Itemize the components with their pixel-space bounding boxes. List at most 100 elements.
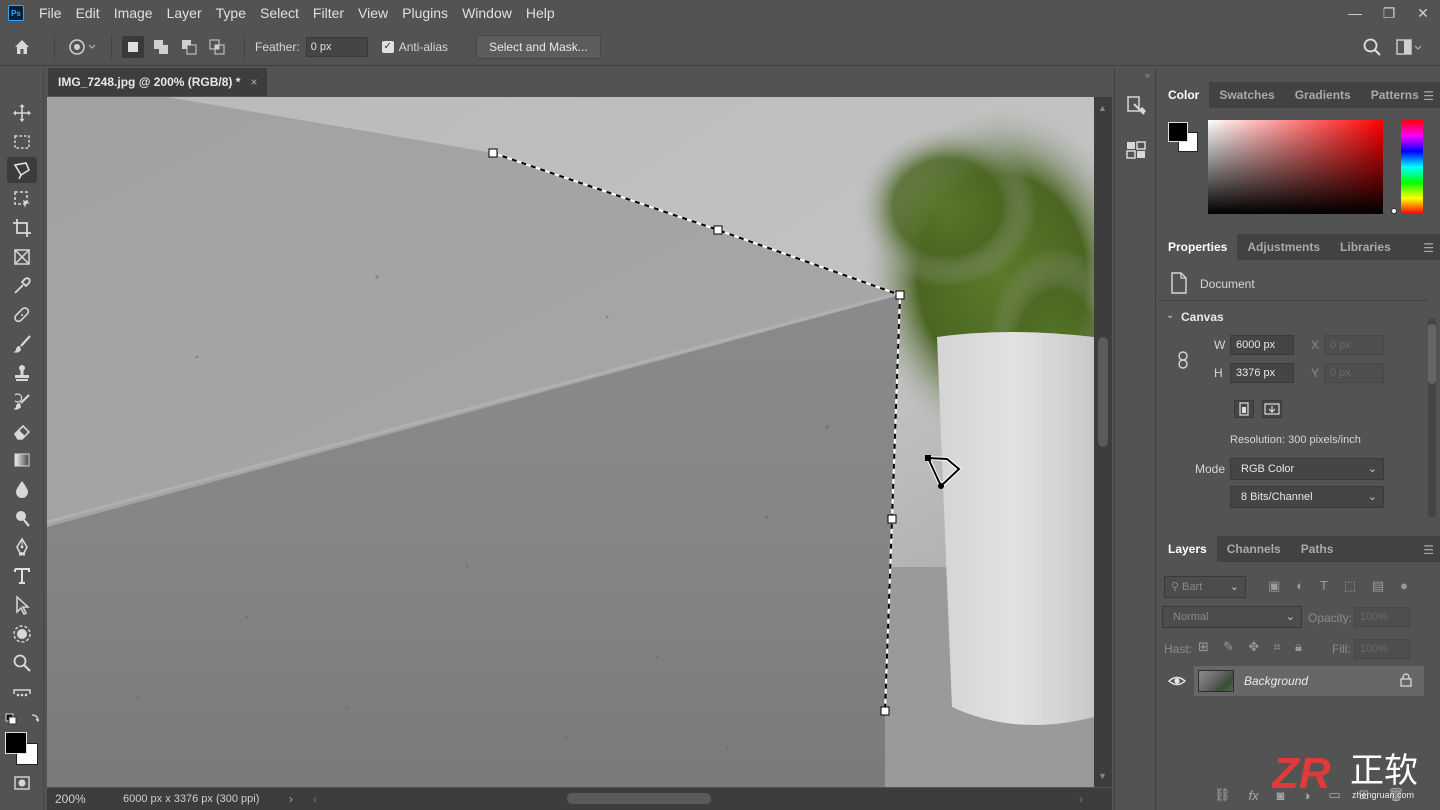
properties-scroll-thumb[interactable] [1428,324,1436,384]
menu-filter[interactable]: Filter [306,0,351,26]
tab-patterns[interactable]: Patterns [1361,82,1429,108]
quick-mask-icon[interactable] [7,770,37,796]
workspace-icon[interactable] [1394,35,1424,59]
lock-pixels-icon[interactable]: ✎ [1223,639,1234,657]
intersect-selection-icon[interactable] [206,36,228,58]
subtract-from-selection-icon[interactable] [178,36,200,58]
type-tool-icon[interactable] [7,563,37,589]
menu-edit[interactable]: Edit [69,0,107,26]
menu-layer[interactable]: Layer [160,0,209,26]
minimize-button[interactable]: — [1338,0,1372,26]
filter-toggle-icon[interactable]: ● [1400,578,1408,596]
panel-menu-icon[interactable]: ☰ [1423,543,1434,557]
vertical-scrollbar[interactable]: ▲ ▼ [1094,97,1112,787]
eyedropper-tool-icon[interactable] [7,273,37,299]
link-dimensions-icon[interactable] [1176,350,1190,370]
edit-toolbar-icon[interactable] [7,678,37,704]
horizontal-scroll-thumb[interactable] [567,793,711,804]
layer-visibility-eye-icon[interactable] [1167,672,1187,690]
clone-stamp-tool-icon[interactable] [7,360,37,386]
layer-row-background[interactable]: Background [1194,666,1424,696]
tab-channels[interactable]: Channels [1217,536,1291,562]
scroll-right-icon[interactable]: › [1079,792,1083,806]
pen-tool-icon[interactable] [7,534,37,560]
scroll-left-icon[interactable]: ‹ [313,792,317,806]
document-canvas[interactable] [47,97,1094,787]
tab-swatches[interactable]: Swatches [1209,82,1284,108]
menu-image[interactable]: Image [107,0,160,26]
panel-menu-icon[interactable]: ☰ [1423,89,1434,103]
blur-tool-icon[interactable] [7,476,37,502]
hue-slider[interactable] [1401,120,1423,214]
gradient-tool-icon[interactable] [7,447,37,473]
menu-type[interactable]: Type [209,0,253,26]
scroll-up-icon[interactable]: ▲ [1098,103,1107,113]
tab-layers[interactable]: Layers [1158,536,1217,562]
zoom-tool-icon[interactable] [7,650,37,676]
menu-file[interactable]: File [32,0,69,26]
menu-window[interactable]: Window [455,0,519,26]
filter-pixel-icon[interactable]: ▣ [1268,578,1280,596]
shape-tool-icon[interactable] [7,621,37,647]
vertical-scroll-thumb[interactable] [1098,337,1108,447]
collapse-icon[interactable]: » [1145,70,1150,80]
new-selection-icon[interactable] [122,35,144,58]
menu-view[interactable]: View [351,0,395,26]
color-swatches[interactable] [1168,122,1198,152]
close-window-button[interactable]: ✕ [1406,0,1440,26]
move-tool-icon[interactable] [7,100,37,126]
filter-type-icon[interactable]: T [1320,578,1328,596]
layer-filter-dropdown[interactable]: ⚲ Bart ⌄ [1164,576,1246,598]
tab-libraries[interactable]: Libraries [1330,234,1401,260]
default-colors-icon[interactable] [5,712,41,728]
landscape-orientation-icon[interactable] [1262,400,1282,418]
layer-lock-icon[interactable] [1400,673,1412,690]
tab-paths[interactable]: Paths [1291,536,1344,562]
anti-alias-checkbox[interactable]: ✓ [381,40,394,53]
layer-style-icon[interactable]: fx [1249,788,1259,803]
color-mode-dropdown[interactable]: RGB Color ⌄ [1230,458,1384,480]
lock-position-icon[interactable]: ✥ [1248,639,1259,657]
close-document-icon[interactable]: × [250,75,257,89]
lock-all-icon[interactable]: 🔒︎ [1295,639,1302,657]
canvas-width-field[interactable]: 6000 px [1230,335,1294,355]
add-to-selection-icon[interactable] [150,36,172,58]
menu-select[interactable]: Select [253,0,306,26]
link-layers-icon[interactable]: ⛓︎ [1214,787,1231,803]
lock-artboard-icon[interactable]: ⌗ [1273,639,1280,657]
tab-properties[interactable]: Properties [1158,234,1238,260]
blend-mode-dropdown[interactable]: Normal ⌄ [1162,606,1302,628]
filter-adjustment-icon[interactable]: ◐ [1296,578,1304,596]
panel-menu-icon[interactable]: ☰ [1423,241,1434,255]
filter-smart-object-icon[interactable]: ▤ [1372,578,1384,596]
dodge-tool-icon[interactable] [7,505,37,531]
select-and-mask-button[interactable]: Select and Mask... [476,34,601,59]
libraries-panel-icon[interactable] [1124,138,1148,162]
path-selection-tool-icon[interactable] [7,592,37,618]
filter-shape-icon[interactable]: ⬚ [1344,578,1356,596]
canvas-expand-chevron-icon[interactable]: ⌄ [1166,310,1174,321]
zoom-level[interactable]: 200% [47,792,107,806]
feather-input[interactable]: 0 px [305,36,368,57]
bit-depth-dropdown[interactable]: 8 Bits/Channel ⌄ [1230,486,1384,508]
menu-help[interactable]: Help [519,0,562,26]
eraser-tool-icon[interactable] [7,418,37,444]
color-picker-marker[interactable] [1391,208,1397,214]
properties-scrollbar[interactable] [1428,318,1436,518]
search-icon[interactable] [1360,35,1384,59]
marquee-tool-icon[interactable] [7,129,37,155]
home-icon[interactable] [0,35,44,59]
history-brush-tool-icon[interactable] [7,389,37,415]
polygonal-lasso-tool-icon[interactable] [7,157,37,183]
foreground-color-swatch[interactable] [1168,122,1188,142]
menu-plugins[interactable]: Plugins [395,0,455,26]
tab-gradients[interactable]: Gradients [1285,82,1361,108]
frame-tool-icon[interactable] [7,244,37,270]
tool-preset-picker-icon[interactable] [65,35,101,59]
restore-button[interactable]: ❐ [1372,0,1406,26]
document-tab[interactable]: IMG_7248.jpg @ 200% (RGB/8) * × [48,68,268,96]
portrait-orientation-icon[interactable] [1234,400,1254,418]
status-menu-chevron-icon[interactable]: › [289,792,293,806]
color-field[interactable] [1208,120,1397,214]
foreground-background-swatch[interactable] [5,732,39,766]
